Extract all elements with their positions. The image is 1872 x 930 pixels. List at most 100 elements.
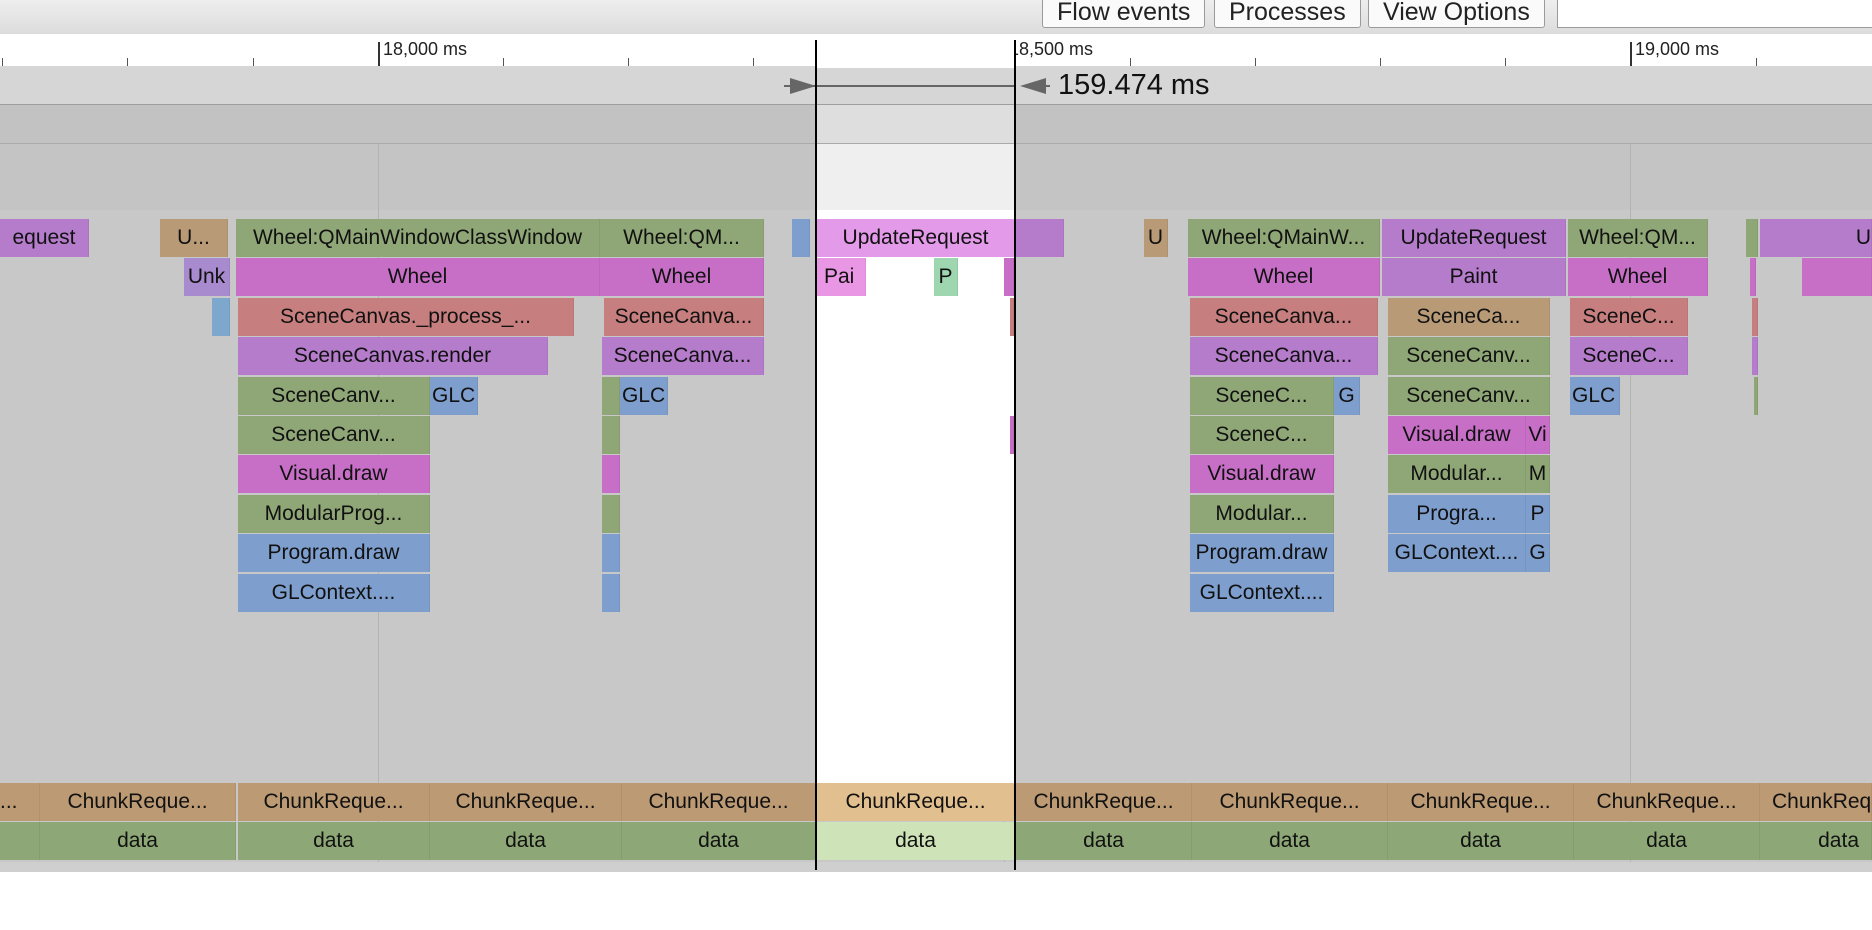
- slice-update[interactable]: U: [1144, 219, 1168, 257]
- slice-visual-draw[interactable]: Visual.draw: [1388, 416, 1526, 454]
- selection-counter-highlight: [816, 144, 1016, 210]
- slice-small[interactable]: [602, 495, 620, 533]
- slice-chunk-request[interactable]: ChunkReque...: [1574, 783, 1760, 821]
- slice-chunk-request[interactable]: ChunkReque...: [1388, 783, 1574, 821]
- slice-sliver[interactable]: [1754, 377, 1758, 415]
- slice-modular-program[interactable]: M: [1526, 455, 1550, 493]
- slice-scene-canvas[interactable]: SceneC...: [1570, 337, 1688, 375]
- view-options-button[interactable]: View Options: [1368, 0, 1545, 28]
- slice-chunk-request[interactable]: ChunkReque...: [238, 783, 430, 821]
- slice-scene-canvas[interactable]: SceneCanva...: [604, 298, 764, 336]
- slice-scene-canvas[interactable]: SceneCanv...: [1388, 337, 1550, 375]
- slice-wheel-partial[interactable]: [1802, 258, 1872, 296]
- slice-chunk-request[interactable]: ChunkReque...: [430, 783, 622, 821]
- slice-scene-canvas[interactable]: SceneCanva...: [1190, 337, 1378, 375]
- slice-program-draw[interactable]: Program.draw: [238, 534, 430, 572]
- slice-wheel[interactable]: Wheel: [236, 258, 600, 296]
- slice-scene-canvas[interactable]: SceneCanv...: [238, 377, 430, 415]
- slice-program-draw[interactable]: Program.draw: [1190, 534, 1334, 572]
- slice-sliver[interactable]: [1752, 298, 1758, 336]
- slice-scene-canvas[interactable]: SceneCanv...: [238, 416, 430, 454]
- flow-events-button[interactable]: Flow events: [1042, 0, 1206, 28]
- slice-data[interactable]: data: [1388, 822, 1574, 860]
- slice-wheel-event[interactable]: Wheel:QMainWindowClassWindow: [236, 219, 600, 257]
- slice-data[interactable]: data: [1760, 822, 1872, 860]
- slice-visual-draw[interactable]: Visual.draw: [238, 455, 430, 493]
- slice-small[interactable]: [602, 416, 620, 454]
- slice-paint[interactable]: Pai: [816, 258, 866, 296]
- slice-chunk-request[interactable]: ChunkReque...: [1016, 783, 1192, 821]
- slice-chunk-request[interactable]: ChunkReque...: [1192, 783, 1388, 821]
- slice-wheel[interactable]: Wheel: [1568, 258, 1708, 296]
- slice-small[interactable]: [602, 534, 620, 572]
- slice-visual-draw[interactable]: Vi: [1526, 416, 1550, 454]
- slice-program-draw[interactable]: Progra...: [1388, 495, 1526, 533]
- slice-scene-canvas[interactable]: SceneCa...: [1388, 298, 1550, 336]
- slice-paint[interactable]: Paint: [1382, 258, 1566, 296]
- slice-update[interactable]: U...: [160, 219, 228, 257]
- slice-data-selected[interactable]: data: [816, 822, 1016, 860]
- slice-data[interactable]: [0, 822, 40, 860]
- slice-wheel[interactable]: Wheel: [1188, 258, 1380, 296]
- slice-unknown[interactable]: Unk: [184, 258, 230, 296]
- slice-wheel-event[interactable]: Wheel:QMainW...: [1188, 219, 1380, 257]
- selection-end-line[interactable]: [1014, 40, 1016, 870]
- slice-glcontext[interactable]: GLContext....: [1388, 534, 1526, 572]
- slice-scene-canvas[interactable]: SceneC...: [1190, 416, 1334, 454]
- slice-paint-small[interactable]: P: [934, 258, 958, 296]
- slice-scene-canvas-render[interactable]: SceneCanvas.render: [238, 337, 548, 375]
- slice-wheel-event[interactable]: Wheel:QM...: [600, 219, 764, 257]
- slice-chunk-request[interactable]: ChunkReque...: [622, 783, 816, 821]
- slice-update-request[interactable]: UpdateRequest: [1382, 219, 1566, 257]
- slice-data[interactable]: data: [40, 822, 236, 860]
- slice-small[interactable]: [602, 377, 620, 415]
- slice-scene-canvas[interactable]: SceneC...: [1570, 298, 1688, 336]
- slice-small[interactable]: [1004, 258, 1014, 296]
- slice-scene-canvas[interactable]: SceneCanv...: [1388, 377, 1550, 415]
- slice-data[interactable]: data: [238, 822, 430, 860]
- slice-update-request-tail[interactable]: [1016, 219, 1064, 257]
- ruler-minor-tick: [1255, 58, 1256, 66]
- slice-glcontext[interactable]: G: [1334, 377, 1360, 415]
- slice-data[interactable]: data: [1192, 822, 1388, 860]
- slice-glcontext[interactable]: GLContext....: [1190, 574, 1334, 612]
- processes-button[interactable]: Processes: [1214, 0, 1361, 28]
- slice-update-request[interactable]: equest: [0, 219, 89, 257]
- slice-glcontext[interactable]: GLC: [1570, 377, 1620, 415]
- slice-scene-canvas[interactable]: SceneCanva...: [1190, 298, 1378, 336]
- slice-data[interactable]: data: [622, 822, 816, 860]
- bottom-strip: [0, 862, 1872, 872]
- slice-data[interactable]: data: [430, 822, 622, 860]
- slice-small[interactable]: [602, 574, 620, 612]
- slice-glcontext[interactable]: G: [1526, 534, 1550, 572]
- slice-scene-canvas[interactable]: SceneC...: [1190, 377, 1334, 415]
- slice-sliver[interactable]: [1752, 337, 1758, 375]
- slice-wheel[interactable]: Wheel: [600, 258, 764, 296]
- slice-visual-draw[interactable]: Visual.draw: [1190, 455, 1334, 493]
- slice-update-request-selected[interactable]: UpdateRequest: [816, 219, 1016, 257]
- slice-small[interactable]: [792, 219, 810, 257]
- slice-data[interactable]: data: [1574, 822, 1760, 860]
- slice-chunk-request[interactable]: ...: [0, 783, 40, 821]
- slice-small[interactable]: [212, 298, 230, 336]
- slice-sliver[interactable]: [1750, 258, 1756, 296]
- slice-glcontext[interactable]: GLC: [430, 377, 478, 415]
- selection-start-line[interactable]: [815, 40, 817, 870]
- slice-modular-program[interactable]: ModularProg...: [238, 495, 430, 533]
- slice-program-draw[interactable]: P: [1526, 495, 1550, 533]
- slice-chunk-request[interactable]: ChunkReque...: [40, 783, 236, 821]
- slice-update-request[interactable]: U: [1760, 219, 1872, 257]
- slice-data[interactable]: data: [1016, 822, 1192, 860]
- slice-modular-program[interactable]: Modular...: [1388, 455, 1526, 493]
- slice-modular-program[interactable]: Modular...: [1190, 495, 1334, 533]
- slice-scene-canvas-process[interactable]: SceneCanvas._process_...: [238, 298, 574, 336]
- search-input[interactable]: [1557, 0, 1872, 28]
- slice-scene-canvas[interactable]: SceneCanva...: [602, 337, 764, 375]
- slice-glcontext[interactable]: GLC: [620, 377, 668, 415]
- slice-glcontext[interactable]: GLContext....: [238, 574, 430, 612]
- slice-small[interactable]: [1746, 219, 1758, 257]
- slice-small[interactable]: [602, 455, 620, 493]
- slice-wheel-event[interactable]: Wheel:QM...: [1568, 219, 1708, 257]
- slice-chunk-request-selected[interactable]: ChunkReque...: [816, 783, 1016, 821]
- slice-chunk-request[interactable]: ChunkReq: [1760, 783, 1872, 821]
